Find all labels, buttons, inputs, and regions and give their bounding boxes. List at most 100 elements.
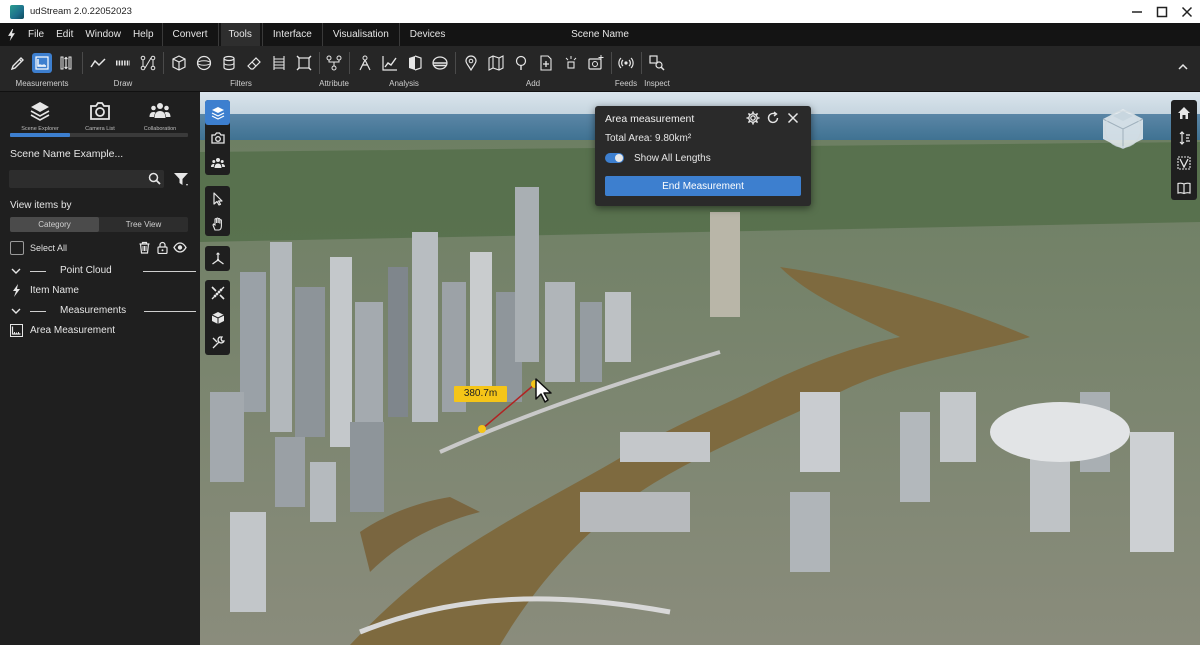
gizmo-tool[interactable] xyxy=(205,246,230,271)
cube-select-button[interactable] xyxy=(294,53,314,73)
tab-convert[interactable]: Convert xyxy=(165,23,216,46)
refresh-icon[interactable] xyxy=(766,111,780,125)
add-file-button[interactable] xyxy=(536,53,556,73)
toolbar-group-label: Filters xyxy=(230,79,252,88)
attribute-tree-icon xyxy=(326,55,342,71)
tree-group-measurements[interactable]: Measurements xyxy=(0,303,200,319)
add-image-button[interactable] xyxy=(586,53,606,73)
tab-interface[interactable]: Interface xyxy=(265,23,320,46)
sphere-filter-button[interactable] xyxy=(194,53,214,73)
tree-item[interactable]: Item Name xyxy=(0,283,200,299)
tab-tools[interactable]: Tools xyxy=(220,23,260,46)
search-input[interactable] xyxy=(9,170,164,188)
active-tab-indicator xyxy=(10,133,70,137)
tree-item[interactable]: Area Measurement xyxy=(0,323,200,339)
eraser-icon xyxy=(247,57,261,70)
chevron-up-icon[interactable] xyxy=(1176,60,1190,74)
tab-collaboration[interactable]: Collaboration xyxy=(130,100,190,132)
cube-tool[interactable] xyxy=(205,305,230,330)
poi-button[interactable] xyxy=(511,53,531,73)
tab-scene-explorer[interactable]: Scene Explorer xyxy=(10,100,70,132)
view-mode-category[interactable]: Category xyxy=(10,217,99,232)
cylinder-filter-icon xyxy=(223,55,235,71)
broadcast-button[interactable] xyxy=(616,53,636,73)
home-button[interactable] xyxy=(1171,100,1197,125)
tree-divider xyxy=(30,311,46,312)
total-area-text: Total Area: 9.80km² xyxy=(605,133,692,144)
layers-tool[interactable] xyxy=(205,100,230,125)
cross-section-button[interactable] xyxy=(269,53,289,73)
menu-edit[interactable]: Edit xyxy=(50,23,79,46)
trash-icon[interactable] xyxy=(138,241,151,254)
book-button[interactable] xyxy=(1171,175,1197,200)
attribute-tree-button[interactable] xyxy=(324,53,344,73)
split-view-button[interactable] xyxy=(1171,150,1197,175)
settings-tools-tool[interactable] xyxy=(205,330,230,355)
tab-visualisation[interactable]: Visualisation xyxy=(325,23,397,46)
select-tool[interactable] xyxy=(205,186,230,211)
node-link-button[interactable] xyxy=(138,53,158,73)
viewshed-button[interactable] xyxy=(405,53,425,73)
select-all-checkbox[interactable] xyxy=(10,241,24,255)
cube-icon xyxy=(211,311,224,324)
vertical-move-button[interactable] xyxy=(1171,125,1197,150)
inspect-button[interactable] xyxy=(647,53,667,73)
measure-tools-icon xyxy=(210,285,225,300)
book-icon xyxy=(1177,182,1191,194)
flood-button[interactable] xyxy=(430,53,450,73)
chevron-down-icon[interactable] xyxy=(11,266,21,276)
users-tool[interactable] xyxy=(205,150,230,175)
close-icon[interactable] xyxy=(786,111,800,125)
eye-icon[interactable] xyxy=(173,241,187,254)
tree-group-point-cloud[interactable]: Point Cloud xyxy=(0,263,200,279)
lamp-button[interactable] xyxy=(561,53,581,73)
pan-tool[interactable] xyxy=(205,211,230,236)
measure-tools-tool[interactable] xyxy=(205,280,230,305)
pin-button[interactable] xyxy=(461,53,481,73)
panel-title: Area measurement xyxy=(605,113,695,125)
menu-help[interactable]: Help xyxy=(127,23,160,46)
pin-icon xyxy=(465,55,477,71)
tab-devices[interactable]: Devices xyxy=(402,23,454,46)
menu-window[interactable]: Window xyxy=(79,23,127,46)
viewshed-icon xyxy=(409,55,422,71)
dashed-line-button[interactable] xyxy=(113,53,133,73)
app-window: udStream 2.0.22052023 Scene Name File Ed… xyxy=(0,0,1200,645)
pointer-cursor-icon xyxy=(535,378,552,403)
navigation-cube-icon[interactable] xyxy=(1098,106,1148,152)
tree-item-label: Area Measurement xyxy=(30,325,116,336)
cylinder-filter-button[interactable] xyxy=(219,53,239,73)
filter-icon[interactable] xyxy=(173,171,189,187)
gear-icon[interactable] xyxy=(746,111,760,125)
height-measure-button[interactable] xyxy=(56,53,76,73)
chart-button[interactable] xyxy=(380,53,400,73)
flood-icon xyxy=(432,56,448,70)
toolbar-group-label: Draw xyxy=(113,79,133,88)
polyline-button[interactable] xyxy=(88,53,108,73)
app-menu-button[interactable] xyxy=(0,23,22,46)
eraser-button[interactable] xyxy=(244,53,264,73)
select-all-label: Select All xyxy=(30,243,68,253)
show-all-lengths-toggle[interactable] xyxy=(605,153,624,163)
menu-file[interactable]: File xyxy=(22,23,50,46)
node-link-icon xyxy=(140,55,156,71)
tab-camera-list[interactable]: Camera List xyxy=(70,100,130,132)
chevron-down-icon[interactable] xyxy=(11,306,21,316)
box-filter-button[interactable] xyxy=(169,53,189,73)
ruler-pencil-button[interactable] xyxy=(8,53,28,73)
map-button[interactable] xyxy=(486,53,506,73)
left-tool-strip xyxy=(205,100,230,175)
toolbar-group-label: Analysis xyxy=(389,79,419,88)
utility-tool-strip xyxy=(205,280,230,355)
area-measure-button[interactable] xyxy=(32,53,52,73)
search-icon[interactable] xyxy=(148,172,161,185)
end-measurement-button[interactable]: End Measurement xyxy=(605,176,801,196)
scene-title[interactable]: Scene Name Example... xyxy=(10,148,123,160)
view-mode-tree[interactable]: Tree View xyxy=(99,217,188,232)
lock-icon[interactable] xyxy=(156,241,169,254)
3d-viewport[interactable]: 380.7m Area measurement Total Area: 9.80… xyxy=(200,92,1200,645)
line-of-sight-button[interactable] xyxy=(355,53,375,73)
camera-tool[interactable] xyxy=(205,125,230,150)
close-button[interactable] xyxy=(1172,0,1200,23)
menu-separator xyxy=(161,23,163,46)
